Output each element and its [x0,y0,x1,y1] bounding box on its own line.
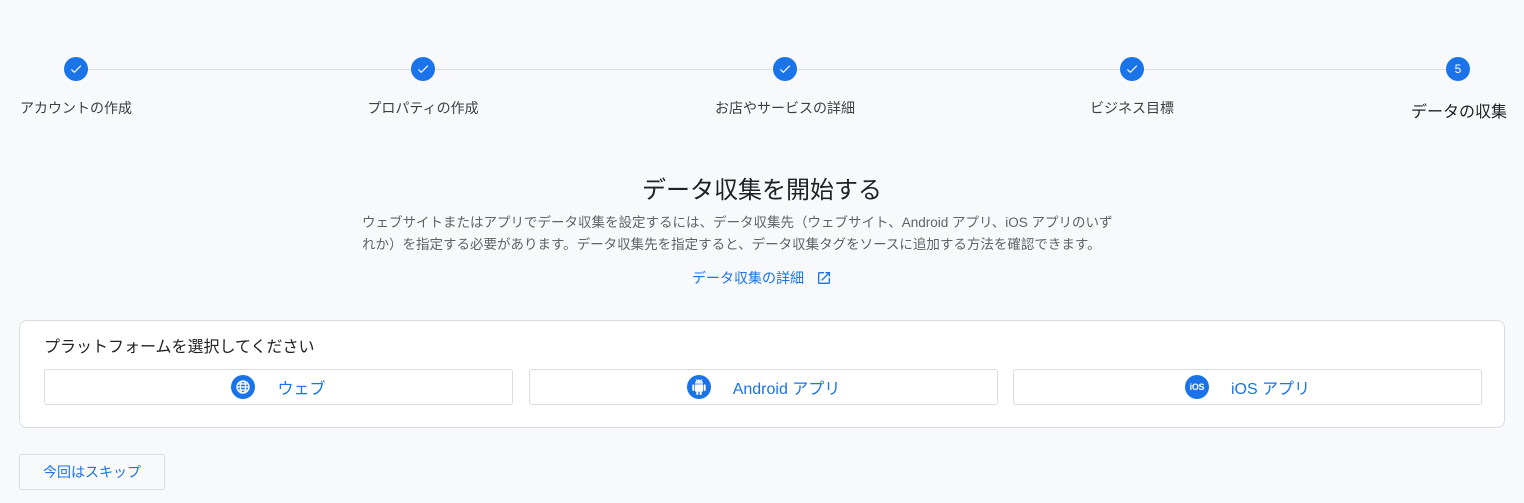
step-connector [436,69,772,70]
check-icon [1126,65,1138,74]
step-label-data-collection: データの収集 [1410,104,1507,121]
step-2-done [411,57,435,81]
platform-web-label: ウェブ [277,381,326,398]
platform-heading: プラットフォームを選択してください [44,339,315,356]
intro-description-line: ウェブサイトまたはアプリでデータ収集を設定するには、データ収集先（ウェブサイト、… [362,215,1113,230]
step-4-done [1120,57,1144,81]
step-number: 5 [1454,62,1462,76]
step-label-business-details: お店やサービスの詳細 [715,100,855,116]
ios-icon-text: iOS [1189,382,1205,392]
check-icon [70,65,82,74]
check-icon [417,65,429,74]
check-icon [779,65,791,74]
android-icon [686,375,711,399]
intro-description-line: れか）を指定する必要があります。データ収集先を指定すると、データ収集タグをソース… [362,237,1101,252]
platform-ios-label: iOS アプリ [1230,381,1311,398]
platform-card: プラットフォームを選択してください ウェブ Android アプリ iOS iO… [19,320,1505,428]
step-3-done [773,57,797,81]
platform-android-label: Android アプリ [732,381,841,398]
ios-icon: iOS [1184,375,1209,399]
setup-stepper: 5 アカウントの作成 プロパティの作成 お店やサービスの詳細 ビジネス目標 デー… [0,0,1524,130]
globe-icon [231,375,256,399]
platform-web-button[interactable]: ウェブ [44,369,513,405]
intro-description: ウェブサイトまたはアプリでデータ収集を設定するには、データ収集先（ウェブサイト、… [362,212,1162,256]
platform-android-button[interactable]: Android アプリ [529,369,998,405]
learn-more-link[interactable]: データ収集の詳細 [0,268,1524,288]
skip-button[interactable]: 今回はスキップ [19,454,165,490]
step-label-property: プロパティの作成 [367,100,479,116]
step-label-business-objectives: ビジネス目標 [1090,100,1174,116]
learn-more-label: データ収集の詳細 [692,270,805,286]
platform-ios-button[interactable]: iOS iOS アプリ [1013,369,1482,405]
step-5-current: 5 [1446,57,1470,81]
step-label-account: アカウントの作成 [20,100,132,116]
open-in-new-icon [817,272,830,284]
step-connector [88,69,411,70]
page-title: データ収集を開始する [642,177,882,204]
step-connector [1145,69,1446,70]
step-1-done [64,57,88,81]
step-connector [797,69,1120,70]
